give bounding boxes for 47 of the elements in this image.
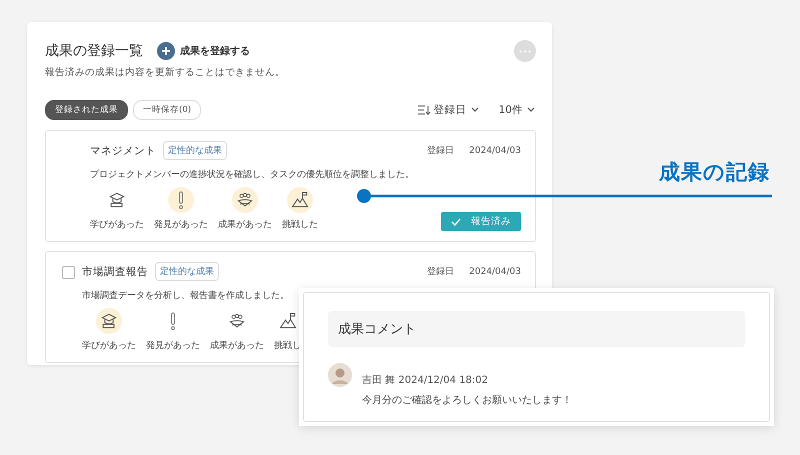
sort-dropdown[interactable]: 登録日	[416, 103, 480, 117]
add-result-button[interactable]: 成果を登録する	[157, 42, 250, 60]
reaction-label: 成果があった	[218, 218, 272, 231]
avatar-icon	[328, 363, 352, 387]
plus-icon	[157, 42, 175, 60]
reaction-toggle[interactable]	[287, 187, 313, 213]
checkbox[interactable]	[62, 266, 75, 279]
learning-icon	[99, 311, 119, 331]
page-size-dropdown[interactable]: 10件	[498, 103, 536, 117]
card-description: 市場調査データを分析し、報告書を作成しました。	[82, 290, 290, 302]
sort-icon	[416, 104, 431, 116]
chevron-icon	[470, 107, 480, 113]
chevron-icon	[526, 107, 536, 113]
popup-heading: 成果コメント	[328, 311, 745, 347]
date-label: 登録日	[427, 144, 454, 157]
reaction-label: 発見があった	[154, 219, 208, 231]
date-label: 登録日	[427, 266, 454, 278]
date-text: 2024/04/03	[469, 146, 521, 156]
discovery-icon	[178, 191, 184, 209]
comment-timestamp: 2024/12/04 18:02	[398, 375, 488, 386]
author-name: 吉田 舞	[362, 375, 396, 386]
card-description: プロジェクトメンバーの進捗状況を確認し、タスクの優先順位を調整しました。	[90, 168, 415, 181]
date-text: 2024/04/03	[469, 266, 521, 276]
reaction-toggle[interactable]	[232, 187, 258, 213]
filter-tab[interactable]: 一時保存(0)	[133, 100, 202, 120]
callout-label: 成果の記録	[659, 159, 770, 186]
card-title: 市場調査報告	[82, 264, 148, 278]
learning-icon	[107, 190, 127, 210]
comment-text: 今月分のご確認をよろしくお願いいたします！	[362, 394, 572, 407]
check-icon	[451, 218, 461, 226]
challenge-icon	[290, 190, 310, 210]
reaction-label: 学びがあった	[90, 218, 144, 231]
challenge-icon	[278, 311, 298, 331]
reaction-label: 学びがあった	[82, 340, 136, 352]
reaction-toggle[interactable]	[168, 187, 194, 213]
category-tag: 定性的な成果	[163, 141, 227, 160]
reaction-label: 挑戦し	[274, 340, 301, 352]
notice-text: 報告済みの成果は内容を更新することはできません。	[45, 66, 286, 79]
reaction-label: 成果があった	[210, 340, 264, 352]
reaction-toggle[interactable]	[96, 308, 122, 334]
card-title: マネジメント	[90, 144, 156, 158]
list-title: 成果の登録一覧	[45, 42, 143, 60]
filter-tab[interactable]: 登録された成果	[45, 100, 128, 120]
reaction-label: 挑戦した	[282, 218, 318, 231]
discovery-icon	[170, 312, 176, 330]
category-tag: 定性的な成果	[155, 262, 219, 281]
reaction-label: 発見があった	[146, 340, 200, 352]
